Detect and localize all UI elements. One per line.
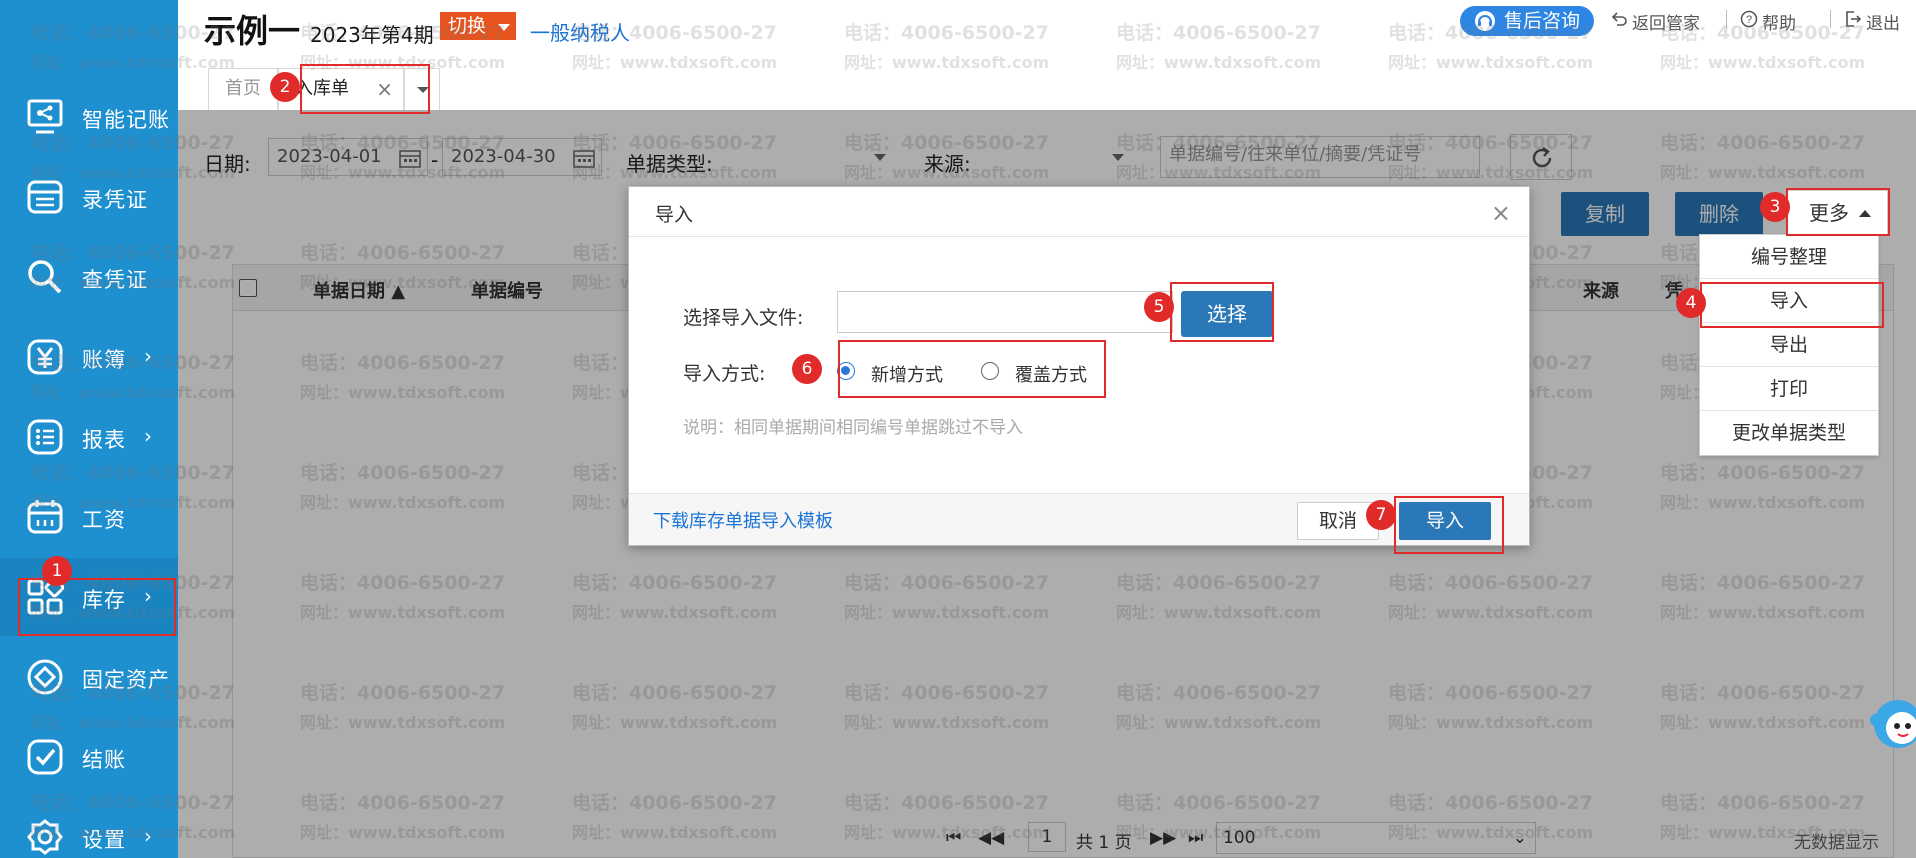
search-icon xyxy=(28,260,62,294)
gear-icon xyxy=(27,819,63,855)
mascot-icon[interactable] xyxy=(1866,690,1916,760)
menu-item-print[interactable]: 打印 xyxy=(1700,367,1878,411)
sidebar-item-settings[interactable]: 设置 › xyxy=(0,798,178,858)
back-to-manager-link[interactable]: 返回管家 xyxy=(1610,9,1700,34)
import-note: 说明：相同单据期间相同编号单据跳过不导入 xyxy=(683,418,1023,438)
highlight-import-menu xyxy=(1700,282,1884,328)
logout-link[interactable]: 退出 xyxy=(1844,9,1900,34)
logout-icon xyxy=(1846,11,1862,27)
no-data-text: 无数据显示 xyxy=(1794,833,1879,853)
headset-icon xyxy=(1475,11,1495,31)
chevron-right-icon: › xyxy=(144,424,152,448)
taxpayer-type-link[interactable]: 一般纳税人 xyxy=(530,17,630,46)
sidebar-item-voucher-entry[interactable]: 录凭证 xyxy=(0,158,178,236)
sidebar-item-label: 报表 xyxy=(82,428,126,452)
sidebar-item-label: 固定资产 xyxy=(82,668,170,692)
diamond-icon xyxy=(27,659,63,695)
step-badge: 5 xyxy=(1144,292,1174,322)
list-icon xyxy=(27,419,63,455)
sidebar-item-label: 录凭证 xyxy=(82,188,148,212)
highlight-inventory xyxy=(18,578,176,636)
highlight-more xyxy=(1786,188,1890,236)
close-icon[interactable]: × xyxy=(1491,199,1511,227)
sidebar: 智能记账 录凭证 查凭证 账簿 › 报表 › 工资 库存 › 固定资产 结账 设… xyxy=(0,0,178,858)
menu-item-change-type[interactable]: 更改单据类型 xyxy=(1700,411,1878,455)
divider xyxy=(1830,10,1831,28)
sidebar-item-closing[interactable]: 结账 xyxy=(0,718,178,796)
step-badge: 4 xyxy=(1676,288,1706,318)
highlight-import xyxy=(1394,496,1504,554)
step-badge: 7 xyxy=(1366,500,1396,530)
yen-icon xyxy=(27,339,63,375)
switch-label: 切换 xyxy=(448,15,487,37)
chevron-right-icon: › xyxy=(144,344,152,368)
undo-icon xyxy=(1611,12,1627,26)
support-button[interactable]: 售后咨询 xyxy=(1460,6,1594,36)
file-path-input[interactable] xyxy=(837,291,1173,333)
sidebar-item-payroll[interactable]: 工资 xyxy=(0,478,178,556)
voucher-entry-icon xyxy=(27,180,63,214)
sidebar-item-label: 智能记账 xyxy=(82,108,170,132)
file-label: 选择导入文件: xyxy=(683,307,804,329)
caret-down-icon xyxy=(498,24,510,31)
menu-item-renumber[interactable]: 编号整理 xyxy=(1700,235,1878,279)
check-icon xyxy=(27,739,63,775)
sidebar-item-smart-bookkeeping[interactable]: 智能记账 xyxy=(0,78,178,156)
question-icon: ? xyxy=(1740,10,1758,28)
highlight-tab xyxy=(300,64,430,114)
import-mode-label: 导入方式: xyxy=(683,363,766,385)
help-link[interactable]: ? 帮助 xyxy=(1740,9,1796,34)
sidebar-item-label: 账簿 xyxy=(82,348,126,372)
smart-bookkeeping-icon xyxy=(27,99,63,134)
download-template-link[interactable]: 下载库存单据导入模板 xyxy=(653,507,833,533)
sidebar-item-ledger[interactable]: 账簿 › xyxy=(0,318,178,396)
sidebar-item-label: 结账 xyxy=(82,748,126,772)
sidebar-item-label: 工资 xyxy=(82,508,126,532)
support-label: 售后咨询 xyxy=(1504,10,1581,32)
header: 示例一 2023年第4期 切换 一般纳税人 售后咨询 返回管家 ? 帮助 退出 … xyxy=(178,0,1916,110)
chevron-right-icon: › xyxy=(144,824,152,848)
sidebar-item-label: 查凭证 xyxy=(82,268,148,292)
step-badge: 1 xyxy=(42,556,72,586)
tab-home[interactable]: 首页 xyxy=(208,68,278,110)
step-badge: 2 xyxy=(270,72,300,102)
step-badge: 6 xyxy=(792,354,822,384)
sidebar-item-fixed-assets[interactable]: 固定资产 xyxy=(0,638,178,716)
dialog-title: 导入 xyxy=(655,204,694,226)
sidebar-item-voucher-search[interactable]: 查凭证 xyxy=(0,238,178,316)
dialog-header: 导入 × xyxy=(629,187,1529,237)
highlight-select xyxy=(1170,282,1274,342)
step-badge: 3 xyxy=(1760,192,1790,222)
more-menu: 编号整理 导入 导出 打印 更改单据类型 xyxy=(1699,234,1879,456)
highlight-mode xyxy=(838,340,1106,398)
menu-item-export[interactable]: 导出 xyxy=(1700,323,1878,367)
company-name: 示例一 xyxy=(204,12,301,50)
switch-period-button[interactable]: 切换 xyxy=(440,12,516,40)
calendar-icon xyxy=(27,500,63,534)
divider xyxy=(1726,10,1727,28)
sidebar-item-reports[interactable]: 报表 › xyxy=(0,398,178,476)
sidebar-item-label: 设置 xyxy=(82,828,126,852)
accounting-period: 2023年第4期 xyxy=(310,23,434,47)
svg-text:?: ? xyxy=(1746,14,1752,26)
